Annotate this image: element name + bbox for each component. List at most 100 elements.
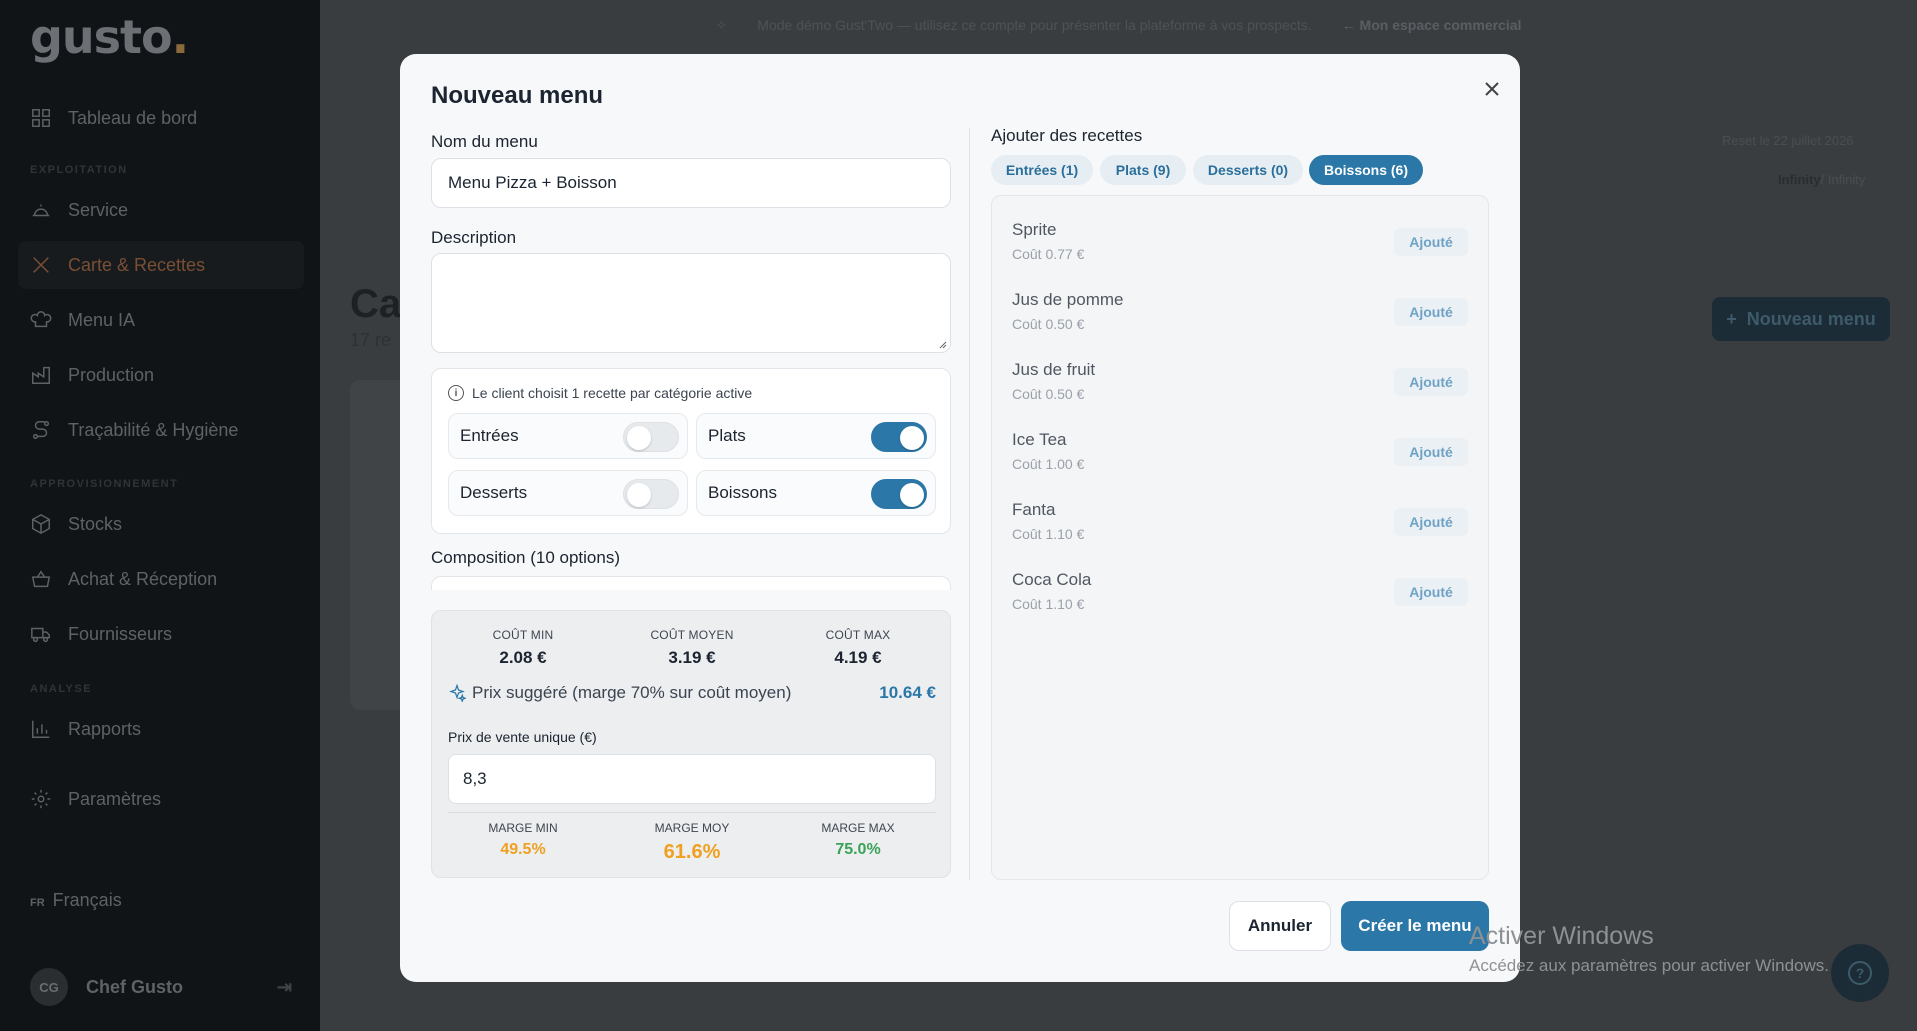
added-badge[interactable]: Ajouté [1394,508,1468,536]
sidebar-item-fournisseurs[interactable]: Fournisseurs [18,610,304,658]
recipe-cost: Coût 1.10 € [1012,596,1085,612]
added-badge[interactable]: Ajouté [1394,578,1468,606]
category-label: Desserts [460,483,528,502]
tab-plats[interactable]: Plats (9) [1100,155,1186,185]
toggle-desserts[interactable] [623,479,679,509]
recipe-name: Ice Tea [1012,430,1067,449]
recipe-item[interactable]: Sprite Coût 0.77 € Ajouté [992,210,1488,280]
description-textarea[interactable] [431,253,951,353]
logout-icon[interactable]: ⇥ [277,977,292,998]
category-selector: i Le client choisit 1 recette par catégo… [431,368,951,534]
cancel-button[interactable]: Annuler [1229,901,1331,951]
sidebar-item-achat-reception[interactable]: Achat & Réception [18,555,304,603]
sidebar-item-parametres[interactable]: Paramètres [18,775,304,823]
close-button[interactable] [1475,72,1509,106]
added-badge[interactable]: Ajouté [1394,228,1468,256]
stat-caption: MARGE MOY [654,821,730,835]
category-label: Plats [708,426,746,445]
tab-boissons[interactable]: Boissons (6) [1309,155,1423,185]
price-input[interactable]: 8,3 [448,754,936,804]
avatar: CG [30,968,68,1006]
windows-activation-title: Activer Windows [1469,922,1654,950]
tab-entrees[interactable]: Entrées (1) [991,155,1093,185]
resize-handle-icon[interactable] [937,339,947,349]
sidebar-item-label: Paramètres [68,788,162,809]
sparkle-icon [449,684,466,702]
added-badge[interactable]: Ajouté [1394,368,1468,396]
stat-marge-max: MARGE MAX 75.0% [783,821,933,859]
menu-name-label: Nom du menu [431,132,538,151]
stat-value: 3.19 € [668,648,716,667]
recipe-item[interactable]: Jus de fruit Coût 0.50 € Ajouté [992,350,1488,420]
help-button[interactable]: ? [1831,944,1889,1002]
sidebar-item-tableau-de-bord[interactable]: Tableau de bord [18,94,304,142]
section-label-approvisionnement: APPROVISIONNEMENT [30,478,179,490]
sidebar-item-menu-ia[interactable]: Menu IA [18,296,304,344]
stat-cout-max: COÛT MAX 4.19 € [783,628,933,668]
suggested-price-value[interactable]: 10.64 € [879,683,936,703]
stat-caption: COÛT MIN [492,628,554,642]
basket-icon [30,568,52,590]
new-menu-label: Nouveau menu [1746,308,1876,329]
sparkle-icon: ✧ [715,16,728,33]
page-subtitle: 17 re [350,330,392,350]
recipe-cost: Coût 0.50 € [1012,386,1085,402]
user-name: Chef Gusto [86,976,183,997]
plan-suffix: / Infinity [1820,172,1866,187]
pricing-panel: COÛT MIN 2.08 € COÛT MOYEN 3.19 € COÛT M… [431,610,951,878]
sidebar-item-label: Traçabilité & Hygiène [68,419,239,440]
plan-name: Infinity [1778,172,1821,187]
recipe-list: Sprite Coût 0.77 € Ajouté Jus de pomme C… [991,195,1489,880]
sidebar-item-production[interactable]: Production [18,351,304,399]
recipe-item[interactable]: Jus de pomme Coût 0.50 € Ajouté [992,280,1488,350]
menu-name-input[interactable]: Menu Pizza + Boisson [431,158,951,208]
sidebar-item-rapports[interactable]: Rapports [18,705,304,753]
sidebar-item-label: Menu IA [68,309,136,330]
stat-value: 75.0% [835,841,881,858]
toggle-plats[interactable] [871,422,927,452]
toggle-boissons[interactable] [871,479,927,509]
added-badge[interactable]: Ajouté [1394,298,1468,326]
stat-marge-min: MARGE MIN 49.5% [448,821,598,859]
recipe-name: Jus de pomme [1012,290,1124,309]
recipe-cost: Coût 1.00 € [1012,456,1085,472]
recipe-name: Jus de fruit [1012,360,1096,379]
sidebar-item-carte-recettes[interactable]: Carte & Recettes [18,241,304,289]
create-menu-button[interactable]: Créer le menu [1341,901,1489,951]
category-plats: Plats [696,413,936,459]
stat-caption: COÛT MOYEN [650,628,734,642]
sidebar-item-tracabilite[interactable]: Traçabilité & Hygiène [18,406,304,454]
stat-cout-min: COÛT MIN 2.08 € [448,628,598,668]
stat-caption: COÛT MAX [825,628,891,642]
back-to-commercial-link[interactable]: ← Mon espace commercial [1342,17,1522,33]
gusto-logo[interactable]: gusto. [30,10,189,64]
recipe-item[interactable]: Fanta Coût 1.10 € Ajouté [992,490,1488,560]
demo-banner: ✧ Mode démo Gust'Two — utilisez ce compt… [320,0,1917,50]
help-icon: ? [1848,961,1872,985]
sidebar-item-label: Production [68,364,155,385]
sidebar-item-label: Carte & Recettes [68,254,206,275]
added-badge[interactable]: Ajouté [1394,438,1468,466]
sidebar-item-stocks[interactable]: Stocks [18,500,304,548]
recipe-cost: Coût 0.50 € [1012,316,1085,332]
language-switcher[interactable]: FR Français [30,890,122,911]
recipe-item[interactable]: Ice Tea Coût 1.00 € Ajouté [992,420,1488,490]
divider [448,812,936,813]
sidebar-item-label: Achat & Réception [68,568,218,589]
new-menu-button[interactable]: + Nouveau menu [1712,297,1890,341]
new-menu-dialog: Nouveau menu Nom du menu Menu Pizza + Bo… [400,54,1520,982]
recipe-item[interactable]: Coca Cola Coût 1.10 € Ajouté [992,560,1488,630]
section-label-exploitation: EXPLOITATION [30,164,128,176]
price-label: Prix de vente unique (€) [448,729,597,745]
section-label-analyse: ANALYSE [30,683,93,695]
recipe-name: Coca Cola [1012,570,1092,589]
sidebar: gusto. Tableau de bord EXPLOITATION Serv… [0,0,320,1031]
language-code: FR [30,897,45,909]
sidebar-item-service[interactable]: Service [18,186,304,234]
truck-icon [30,623,52,645]
toggle-entrees[interactable] [623,422,679,452]
composition-list[interactable] [431,576,951,590]
category-entrees: Entrées [448,413,688,459]
tab-desserts[interactable]: Desserts (0) [1193,155,1303,185]
info-icon: i [448,385,464,401]
